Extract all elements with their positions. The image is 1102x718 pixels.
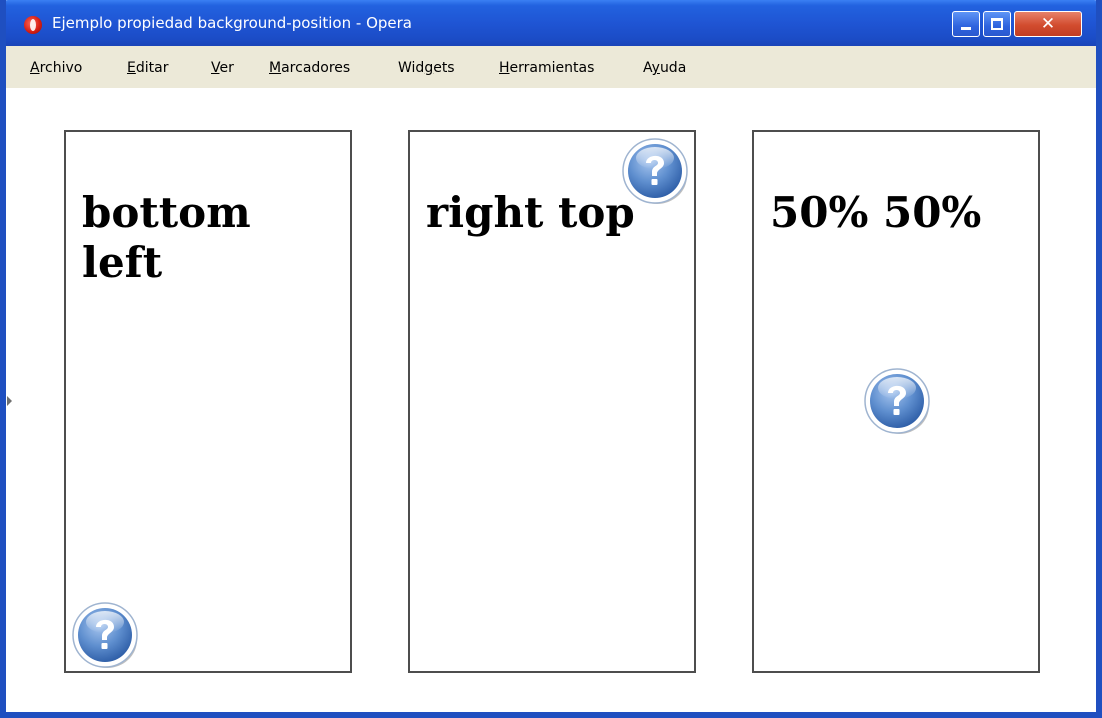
menu-label-after: ditar xyxy=(135,60,169,76)
menu-label-after: ets xyxy=(433,60,455,76)
menu-label-before: A xyxy=(643,60,652,76)
menu-herramientas[interactable]: Herramientas xyxy=(499,60,594,76)
minimize-button[interactable] xyxy=(952,11,980,37)
close-button[interactable]: ✕ xyxy=(1014,11,1082,37)
maximize-icon xyxy=(991,18,1003,30)
title-bar[interactable]: Ejemplo propiedad background-position - … xyxy=(6,0,1096,46)
menu-accelerator: V xyxy=(211,60,220,76)
menu-label-before: Wid xyxy=(398,60,425,76)
opera-icon[interactable] xyxy=(24,16,42,34)
menu-accelerator: A xyxy=(30,60,40,76)
box-heading: 50% 50% xyxy=(770,188,982,237)
menu-bar: Archivo Editar Ver Marcadores Widgets He… xyxy=(6,46,1096,88)
close-icon: ✕ xyxy=(1040,14,1056,34)
menu-accelerator: E xyxy=(127,60,136,76)
demo-box-bottom-left: bottom left xyxy=(64,130,352,673)
menu-ver[interactable]: Ver xyxy=(211,60,234,76)
menu-label-after: arcadores xyxy=(281,60,351,76)
menu-widgets[interactable]: Widgets xyxy=(398,60,455,76)
menu-accelerator: H xyxy=(499,60,510,76)
menu-accelerator: g xyxy=(424,60,434,76)
help-icon xyxy=(70,600,140,670)
help-icon xyxy=(620,136,690,206)
demo-box-right-top: right top xyxy=(408,130,696,673)
box-heading: bottom left xyxy=(82,188,251,287)
page-content: bottom left right top 50% 50% xyxy=(6,88,1096,712)
menu-ayuda[interactable]: Ayuda xyxy=(643,60,686,76)
menu-label-after: rchivo xyxy=(39,60,83,76)
menu-label-after: uda xyxy=(659,60,687,76)
minimize-icon xyxy=(961,27,971,30)
demo-box-center: 50% 50% xyxy=(752,130,1040,673)
menu-label-after: er xyxy=(219,60,234,76)
browser-window: Ejemplo propiedad background-position - … xyxy=(0,0,1102,718)
menu-editar[interactable]: Editar xyxy=(127,60,168,76)
menu-accelerator: y xyxy=(651,60,660,76)
window-title: Ejemplo propiedad background-position - … xyxy=(52,14,412,32)
panel-toggle-arrow-icon[interactable] xyxy=(7,396,12,406)
help-icon xyxy=(862,366,932,436)
menu-marcadores[interactable]: Marcadores xyxy=(269,60,350,76)
menu-archivo[interactable]: Archivo xyxy=(30,60,82,76)
menu-accelerator: M xyxy=(269,60,282,76)
maximize-button[interactable] xyxy=(983,11,1011,37)
menu-label-after: erramientas xyxy=(509,60,595,76)
